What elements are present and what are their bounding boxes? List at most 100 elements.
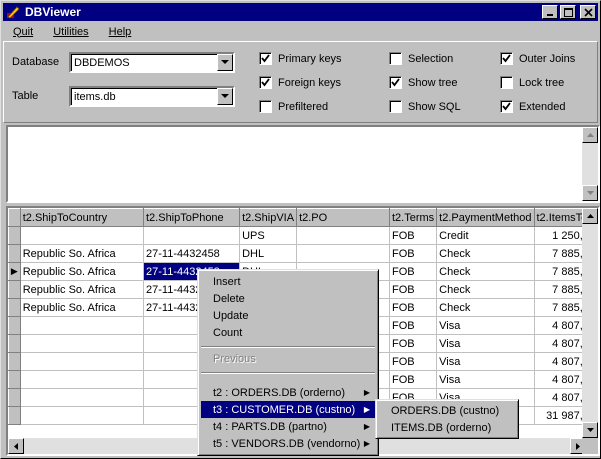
table-cell[interactable]: Visa <box>436 334 535 353</box>
menu-item-table-t5[interactable]: t5 : VENDORS.DB (vendorno) ▶ <box>201 435 375 452</box>
menu-item-insert[interactable]: Insert <box>201 273 375 290</box>
table-cell[interactable] <box>143 226 241 245</box>
checkbox-primary-keys[interactable]: Primary keys <box>259 52 342 65</box>
table-row[interactable]: Republic So. Africa 27-11-4432458 DHL FOB Ch… <box>8 244 598 263</box>
column-header[interactable]: t2.ShipToPhone <box>142 208 241 227</box>
column-header[interactable]: t2.ShipToCountry <box>19 208 145 227</box>
table-cell[interactable]: FOB <box>389 280 438 299</box>
table-cell[interactable] <box>20 352 145 371</box>
table-cell[interactable]: FOB <box>389 298 438 317</box>
menu-item-update[interactable]: Update <box>201 307 375 324</box>
table-cell[interactable]: Visa <box>436 370 535 389</box>
table-cell[interactable]: Republic So. Africa <box>20 262 145 281</box>
minimize-button[interactable] <box>542 5 558 19</box>
row-indicator[interactable]: ▶ <box>8 262 21 281</box>
table-cell[interactable] <box>296 226 390 245</box>
menu-item-table-t2[interactable]: t2 : ORDERS.DB (orderno) ▶ <box>201 384 375 401</box>
scroll-left-button[interactable] <box>8 438 24 454</box>
row-indicator[interactable] <box>8 370 21 389</box>
row-indicator[interactable] <box>8 244 21 263</box>
table-cell[interactable] <box>20 334 145 353</box>
checkbox-box[interactable] <box>259 100 272 113</box>
scroll-up-button[interactable] <box>582 127 598 143</box>
checkbox-show-sql[interactable]: Show SQL <box>389 100 461 113</box>
checkbox-box[interactable] <box>259 76 272 89</box>
column-header[interactable]: t2.PO <box>296 208 390 227</box>
checkbox-box[interactable] <box>389 100 402 113</box>
checkbox-show-tree[interactable]: Show tree <box>389 76 458 89</box>
memo-vertical-scrollbar[interactable] <box>582 127 598 201</box>
table-cell[interactable]: Check <box>436 262 535 281</box>
row-indicator[interactable] <box>8 280 21 299</box>
menu-item-table-t3[interactable]: t3 : CUSTOMER.DB (custno) ▶ <box>201 401 375 418</box>
table-cell[interactable]: FOB <box>389 316 438 335</box>
checkbox-lock-tree[interactable]: Lock tree <box>500 76 564 89</box>
table-cell[interactable]: Visa <box>436 352 535 371</box>
checkbox-box[interactable] <box>500 100 513 113</box>
table-dropdown-button[interactable] <box>217 88 233 105</box>
table-select[interactable]: items.db <box>69 86 235 107</box>
database-dropdown-button[interactable] <box>217 54 233 71</box>
submenu-item-items[interactable]: ITEMS.DB (orderno) <box>379 419 515 436</box>
table-cell[interactable]: FOB <box>389 370 438 389</box>
checkbox-foreign-keys[interactable]: Foreign keys <box>259 76 341 89</box>
menu-utilities[interactable]: Utilities <box>43 26 98 38</box>
table-cell[interactable] <box>296 244 390 263</box>
checkbox-prefiltered[interactable]: Prefiltered <box>259 100 328 113</box>
row-indicator[interactable] <box>8 352 21 371</box>
checkbox-box[interactable] <box>500 76 513 89</box>
checkbox-extended[interactable]: Extended <box>500 100 565 113</box>
menu-quit[interactable]: Quit <box>3 26 43 38</box>
row-indicator[interactable] <box>8 316 21 335</box>
grid-vertical-scrollbar[interactable] <box>582 208 598 438</box>
checkbox-box[interactable] <box>389 76 402 89</box>
checkbox-box[interactable] <box>500 52 513 65</box>
column-header[interactable]: t2.Terms <box>388 208 438 227</box>
close-button[interactable] <box>580 5 596 19</box>
table-cell[interactable]: 27-11-4432458 <box>143 244 241 263</box>
table-cell[interactable] <box>20 316 145 335</box>
row-indicator[interactable] <box>8 406 21 425</box>
maximize-button[interactable] <box>560 5 576 19</box>
table-cell[interactable]: FOB <box>389 262 438 281</box>
title-bar[interactable]: DBViewer <box>3 3 598 21</box>
table-cell[interactable] <box>20 370 145 389</box>
database-select[interactable]: DBDEMOS <box>69 52 235 73</box>
scroll-down-button[interactable] <box>582 185 598 201</box>
table-cell[interactable]: Republic So. Africa <box>20 244 145 263</box>
checkbox-box[interactable] <box>259 52 272 65</box>
menu-item-count[interactable]: Count <box>201 324 375 341</box>
scroll-up-button[interactable] <box>582 208 598 224</box>
menu-help[interactable]: Help <box>99 26 142 38</box>
row-indicator[interactable] <box>8 388 21 407</box>
column-header[interactable]: t2.ShipVIA <box>239 208 298 227</box>
row-indicator[interactable] <box>8 334 21 353</box>
row-indicator[interactable] <box>8 226 21 245</box>
sql-memo[interactable] <box>6 125 600 203</box>
menu-item-table-t4[interactable]: t4 : PARTS.DB (partno) ▶ <box>201 418 375 435</box>
table-row[interactable]: UPS FOB Credit 1 250,00 <box>8 226 598 245</box>
table-cell[interactable]: Check <box>436 280 535 299</box>
table-cell[interactable]: UPS <box>239 226 298 245</box>
scroll-down-button[interactable] <box>582 422 598 438</box>
checkbox-outer-joins[interactable]: Outer Joins <box>500 52 575 65</box>
table-cell[interactable] <box>20 406 145 425</box>
table-cell[interactable]: Visa <box>436 316 535 335</box>
submenu-item-orders[interactable]: ORDERS.DB (custno) <box>379 402 515 419</box>
table-cell[interactable]: Check <box>436 298 535 317</box>
table-cell[interactable]: Republic So. Africa <box>20 280 145 299</box>
table-cell[interactable] <box>20 226 145 245</box>
table-cell[interactable]: DHL <box>239 244 298 263</box>
row-indicator[interactable] <box>8 298 21 317</box>
checkbox-selection[interactable]: Selection <box>389 52 453 65</box>
table-cell[interactable] <box>20 388 145 407</box>
table-cell[interactable]: Credit <box>436 226 535 245</box>
table-cell[interactable]: Check <box>436 244 535 263</box>
menu-item-delete[interactable]: Delete <box>201 290 375 307</box>
table-cell[interactable]: FOB <box>389 226 438 245</box>
table-cell[interactable]: FOB <box>389 244 438 263</box>
table-cell[interactable]: FOB <box>389 352 438 371</box>
table-cell[interactable]: Republic So. Africa <box>20 298 145 317</box>
checkbox-box[interactable] <box>389 52 402 65</box>
table-cell[interactable]: FOB <box>389 334 438 353</box>
